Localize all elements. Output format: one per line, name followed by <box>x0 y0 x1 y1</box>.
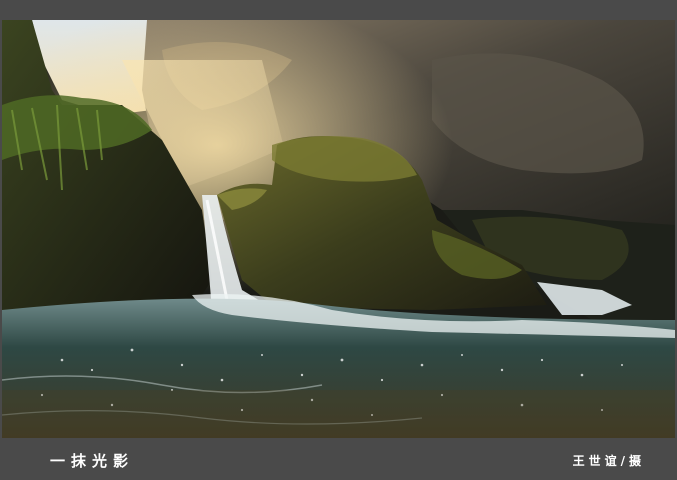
frame-top-border <box>0 0 677 20</box>
caption-bar: 一抹光影 王世谊/摄 <box>0 438 677 480</box>
photo-credit: 王世谊/摄 <box>572 454 645 468</box>
photograph <box>2 20 675 438</box>
waterfall-scene <box>2 20 675 438</box>
photo-title: 一抹光影 <box>50 452 135 470</box>
